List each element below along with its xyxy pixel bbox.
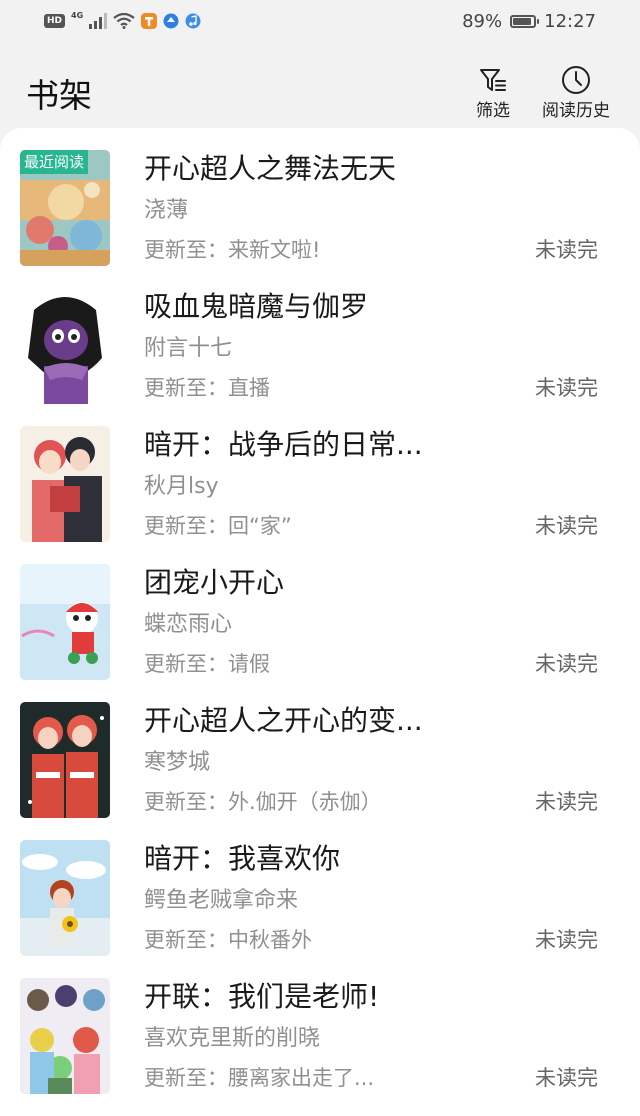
book-latest-update: 更新至：请假 [144, 652, 270, 676]
status-icons-right: 89% 12:27 [462, 9, 596, 33]
status-bar: HD 4G 89% 12:27 [0, 0, 640, 44]
clock-icon [562, 66, 590, 94]
recently-read-badge: 最近阅读 [20, 150, 89, 174]
book-item[interactable]: 最近阅读 开心超人之舞法无天 浇薄 更新至：来新文啦! 未读完 [0, 128, 640, 266]
reading-history-label: 阅读历史 [542, 101, 610, 121]
book-title: 开心超人之舞法无天 [144, 152, 397, 185]
book-latest-update: 更新至：回“家” [144, 514, 292, 538]
read-status: 未读完 [535, 514, 598, 538]
book-author: 喜欢克里斯的削晓 [144, 1026, 321, 1051]
app-icon-blue [163, 13, 179, 29]
battery-level-fill [513, 17, 531, 25]
app-bar: 书架 筛选 阅读历史 [0, 44, 640, 128]
book-item[interactable]: 团宠小开心 蝶恋雨心 更新至：请假 未读完 [0, 542, 640, 680]
book-item[interactable]: 开心超人之开心的变... 寒梦城 更新至：外.伽开（赤伽） 未读完 [0, 680, 640, 818]
book-item[interactable]: 暗开：我喜欢你 鳄鱼老贼拿命来 更新至：中秋番外 未读完 [0, 818, 640, 956]
cover-art-6 [20, 840, 110, 956]
filter-button[interactable]: 筛选 [472, 64, 514, 122]
book-item[interactable]: 暗开：战争后的日常... 秋月lsy 更新至：回“家” 未读完 [0, 404, 640, 542]
book-latest-update: 更新至：中秋番外 [144, 928, 312, 952]
book-cover [20, 702, 110, 818]
hd-icon: HD [44, 14, 66, 28]
book-author: 寒梦城 [144, 750, 211, 775]
wifi-icon [113, 13, 135, 29]
read-status: 未读完 [535, 928, 598, 952]
book-latest-update: 更新至：直播 [144, 376, 270, 400]
read-status: 未读完 [535, 376, 598, 400]
book-latest-update: 更新至：来新文啦! [144, 238, 321, 262]
book-author: 蝶恋雨心 [144, 612, 233, 637]
book-title: 开联：我们是老师! [144, 980, 380, 1013]
read-status: 未读完 [535, 652, 598, 676]
book-cover [20, 840, 110, 956]
filter-icon [480, 69, 506, 91]
book-title: 暗开：我喜欢你 [144, 842, 341, 875]
music-app-icon [185, 13, 201, 29]
cover-art-2 [20, 288, 110, 404]
book-latest-update: 更新至：外.伽开（赤伽） [144, 790, 382, 814]
read-status: 未读完 [535, 1066, 598, 1090]
book-latest-update: 更新至：腰离家出走了... [144, 1066, 375, 1090]
book-title: 开心超人之开心的变... [144, 704, 423, 737]
reading-history-button[interactable]: 阅读历史 [537, 64, 615, 122]
page-title: 书架 [26, 76, 92, 115]
read-status: 未读完 [535, 238, 598, 262]
clock-time: 12:27 [544, 10, 596, 32]
book-author: 附言十七 [144, 336, 233, 361]
battery-percent: 89% [462, 10, 503, 32]
book-title: 团宠小开心 [144, 566, 285, 599]
book-cover [20, 288, 110, 404]
book-cover [20, 426, 110, 542]
book-cover [20, 978, 110, 1094]
cover-art-7 [20, 978, 110, 1094]
book-title: 暗开：战争后的日常... [144, 428, 423, 461]
book-author: 鳄鱼老贼拿命来 [144, 888, 299, 913]
app-icon-orange [141, 13, 158, 29]
book-author: 浇薄 [144, 198, 189, 223]
book-cover: 最近阅读 [20, 150, 110, 266]
cover-art-4 [20, 564, 110, 680]
book-title: 吸血鬼暗魔与伽罗 [144, 290, 369, 323]
book-author: 秋月lsy [144, 474, 219, 499]
filter-label: 筛选 [476, 101, 510, 121]
battery-icon [510, 14, 540, 28]
status-icons-left: HD 4G [44, 10, 201, 32]
cover-art-5 [20, 702, 110, 818]
book-item[interactable]: 吸血鬼暗魔与伽罗 附言十七 更新至：直播 未读完 [0, 266, 640, 404]
cover-art-3 [20, 426, 110, 542]
signal-icon [89, 13, 108, 29]
book-cover [20, 564, 110, 680]
read-status: 未读完 [535, 790, 598, 814]
network-type-label: 4G [71, 10, 84, 20]
book-item[interactable]: 开联：我们是老师! 喜欢克里斯的削晓 更新至：腰离家出走了... 未读完 [0, 956, 640, 1094]
bookshelf-list: 最近阅读 开心超人之舞法无天 浇薄 更新至：来新文啦! 未读完 吸血鬼暗魔与伽罗… [0, 128, 640, 1116]
